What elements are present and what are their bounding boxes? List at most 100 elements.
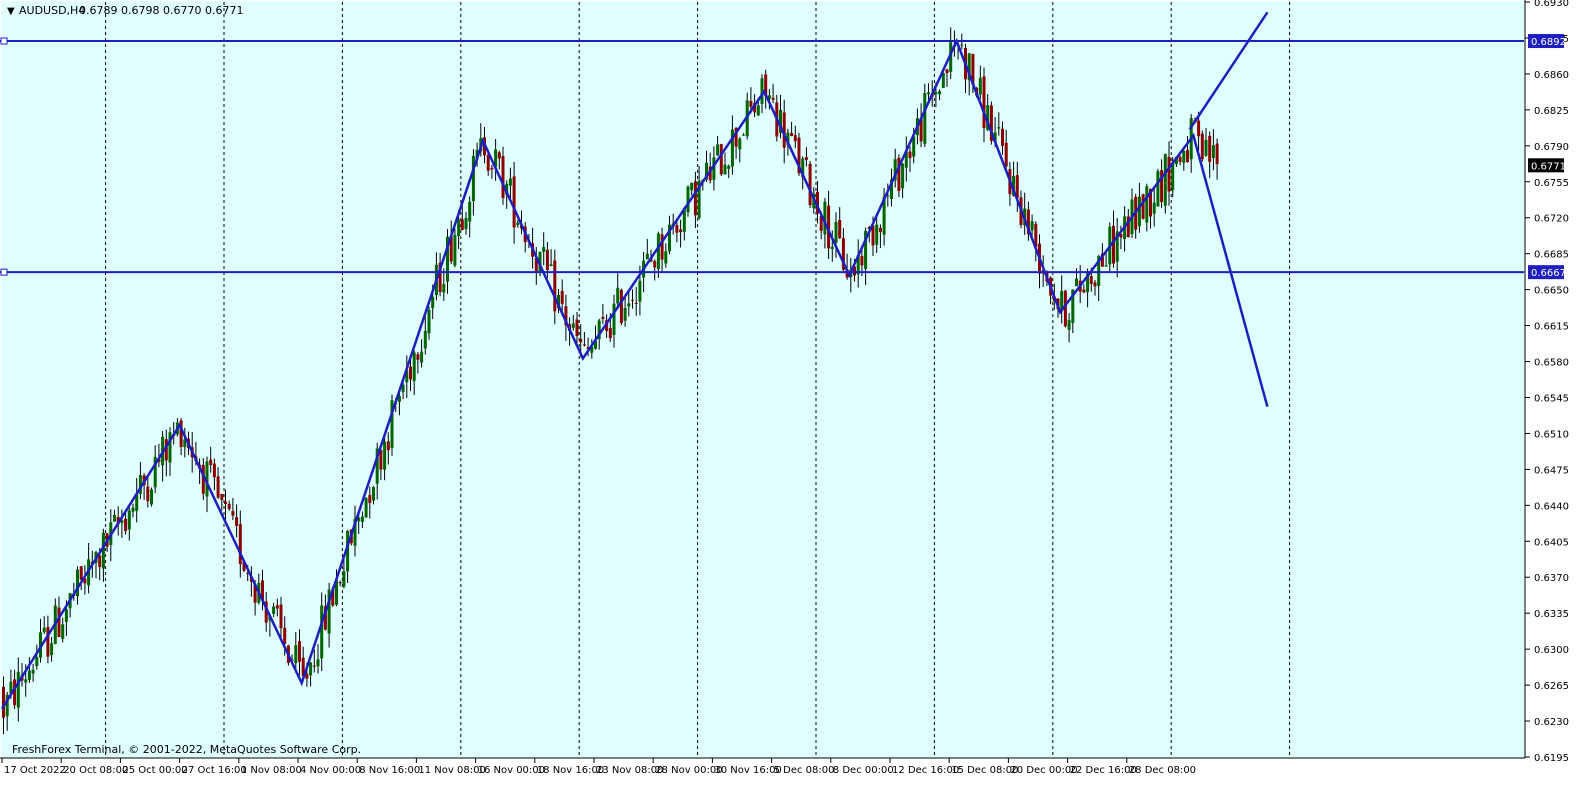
candle-body [516, 222, 520, 226]
candle-body [1186, 149, 1189, 163]
candle-body [298, 641, 301, 662]
level-price-badge-label: 0.6667 [1531, 268, 1566, 279]
candle-body [431, 296, 435, 309]
price-tick-label: 0.6475 [1534, 465, 1569, 476]
candle-body [368, 494, 372, 504]
price-tick-label: 0.6300 [1534, 645, 1569, 656]
terminal-watermark: FreshForex Terminal, © 2001-2022, MetaQu… [12, 743, 361, 756]
candle-body [272, 606, 276, 614]
candle-body [612, 303, 616, 335]
time-tick-label: 5 Dec 08:00 [774, 765, 835, 776]
price-tick-label: 0.6685 [1534, 250, 1569, 261]
candle-body [342, 571, 346, 587]
candle-body [209, 459, 213, 466]
candle-body [360, 516, 364, 522]
price-tick-label: 0.6510 [1534, 429, 1569, 440]
candle-body [61, 624, 65, 639]
time-tick-label: 4 Nov 00:00 [300, 765, 361, 776]
price-tick-label: 0.6720 [1534, 214, 1569, 225]
time-tick-label: 18 Nov 16:00 [537, 765, 604, 776]
candle-body [98, 555, 102, 568]
time-tick-label: 15 Dec 08:00 [951, 765, 1018, 776]
time-tick-label: 12 Dec 16:00 [892, 765, 959, 776]
candle-body [727, 165, 731, 169]
candle-body [57, 607, 61, 638]
candle-body [638, 280, 642, 302]
candle-body [35, 657, 39, 667]
price-tick-label: 0.6195 [1534, 753, 1569, 764]
candle-body [409, 366, 412, 380]
candle-body [634, 302, 638, 305]
candle-body [453, 234, 457, 266]
candle-body [631, 299, 634, 301]
candle-body [723, 164, 727, 175]
candle-body [542, 247, 546, 252]
candle-body [616, 287, 620, 304]
candle-body [690, 182, 694, 191]
candle-body [1001, 128, 1004, 146]
candle-body [1182, 150, 1186, 163]
candle-body [420, 351, 424, 363]
time-tick-label: 8 Dec 00:00 [833, 765, 894, 776]
candle-body [575, 319, 579, 336]
time-tick-label: 22 Dec 16:00 [1070, 765, 1137, 776]
ohlc-values: 0.6789 0.6798 0.6770 0.6771 [79, 4, 243, 17]
time-tick-label: 16 Nov 00:00 [478, 765, 545, 776]
candle-body [1082, 289, 1086, 293]
candle-body [1197, 120, 1201, 137]
candle-body [875, 224, 879, 245]
candle-body [216, 476, 220, 498]
candle-body [749, 101, 753, 107]
candle-body [1141, 194, 1145, 219]
price-tick-label: 0.6825 [1534, 106, 1569, 117]
candle-body [716, 144, 720, 156]
candle-body [31, 669, 35, 674]
candle-body [383, 441, 387, 470]
candle-body [490, 167, 494, 170]
candle-body [945, 69, 949, 74]
candle-body [372, 487, 375, 501]
price-tick-label: 0.6440 [1534, 501, 1569, 512]
candle-body [1093, 282, 1097, 287]
candle-body [468, 201, 472, 222]
price-tick-label: 0.6615 [1534, 322, 1569, 333]
price-tick-label: 0.6335 [1534, 609, 1569, 620]
price-chart[interactable]: 0.69300.68950.68600.68250.67900.67550.67… [0, 0, 1583, 787]
candle-body [1104, 265, 1108, 267]
candle-body [1156, 171, 1160, 207]
candle-body [464, 217, 468, 230]
level-anchor-handle[interactable] [0, 37, 8, 45]
candle-body [457, 219, 461, 236]
candle-body [1204, 139, 1208, 156]
symbol-menu-icon[interactable]: ▼ [7, 6, 15, 17]
level-anchor-handle[interactable] [0, 268, 8, 276]
time-tick-label: 30 Nov 16:00 [714, 765, 781, 776]
candle-body [804, 157, 808, 160]
candle-body [79, 566, 83, 580]
candle-body [1089, 275, 1093, 284]
candle-body [664, 251, 668, 264]
candle-body [878, 227, 882, 233]
time-tick-label: 23 Nov 08:00 [596, 765, 663, 776]
candle-body [294, 645, 298, 664]
price-tick-label: 0.6580 [1534, 358, 1569, 369]
candle-body [124, 518, 128, 531]
candle-body [545, 249, 549, 270]
candle-body [386, 441, 390, 451]
candle-body [309, 662, 313, 676]
candle-body [571, 323, 575, 328]
candle-body [42, 627, 46, 633]
candle-body [1167, 156, 1171, 192]
candle-body [793, 135, 797, 142]
candle-body [279, 604, 283, 629]
candle-body [364, 498, 368, 518]
chart-window[interactable]: 0.69300.68950.68600.68250.67900.67550.67… [0, 0, 1583, 787]
candle-body [1030, 221, 1034, 231]
candle-body [1215, 143, 1219, 165]
current-price-label: 0.6771 [1531, 161, 1566, 172]
candle-body [901, 163, 905, 189]
candle-body [24, 679, 28, 683]
candle-body [627, 303, 631, 307]
candle-body [113, 514, 116, 522]
candle-body [834, 222, 838, 243]
